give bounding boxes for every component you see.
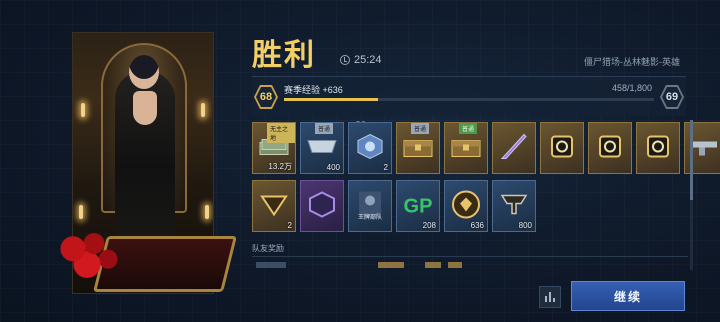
emblem-icon <box>548 133 576 166</box>
candle-light <box>205 205 209 219</box>
gun-icon <box>689 136 720 163</box>
match-time: 25:24 <box>354 54 382 66</box>
character-neck <box>133 91 157 125</box>
item-tag: 普通 <box>315 123 334 134</box>
xp-progress-bar <box>284 98 654 101</box>
scrollbar-thumb[interactable] <box>690 120 693 200</box>
item-tag: 无主之地 <box>267 123 295 143</box>
reward-item[interactable]: 2 <box>348 122 392 174</box>
roses-decoration <box>52 228 122 280</box>
clock-icon <box>340 55 350 65</box>
reward-item[interactable]: 普通 <box>396 122 440 174</box>
teaser-item <box>256 262 286 268</box>
stats-button[interactable] <box>539 286 561 308</box>
item-count: 208 <box>422 221 436 230</box>
page-title: 胜利 <box>252 38 316 73</box>
teaser-item <box>448 262 462 268</box>
item-text: GP <box>403 195 433 218</box>
ticket-icon <box>306 137 338 162</box>
bar-chart-icon <box>549 292 551 302</box>
season-xp-panel: 68 赛季经验 +636 458/1,800 69 <box>252 76 686 116</box>
chest-icon <box>402 135 434 164</box>
xp-count: 458/1,800 <box>611 83 652 93</box>
next-level: 69 <box>662 87 682 107</box>
item-count: 13.2万 <box>268 162 292 171</box>
hex-emblem-icon <box>308 191 336 224</box>
reward-item[interactable] <box>636 122 680 174</box>
xp-gain-label: 赛季经验 +636 <box>284 85 343 95</box>
reward-item[interactable] <box>540 122 584 174</box>
reward-item[interactable]: 2 <box>252 180 296 232</box>
teaser-item <box>425 262 441 268</box>
item-tag: 普通 <box>411 123 430 134</box>
item-count: 400 <box>326 163 340 172</box>
bar-chart-icon <box>553 298 555 302</box>
crate-icon <box>356 133 384 166</box>
item-tag: 普通 <box>459 123 478 134</box>
reward-item[interactable]: 普通 400 <box>300 122 344 174</box>
shield-arrow-icon <box>260 191 288 224</box>
gold-medal-icon <box>451 190 481 225</box>
character-head <box>129 55 159 89</box>
badge-icon <box>644 133 672 166</box>
chest-gold-icon <box>450 135 482 164</box>
reward-item[interactable]: 无主之地 13.2万 <box>252 122 296 174</box>
candle-light <box>201 103 205 117</box>
bar-chart-icon <box>545 296 547 302</box>
game-mode: 僵尸猎场-丛林魅影-英雄 <box>584 57 680 67</box>
current-level-badge: 68 <box>254 85 278 109</box>
teaser-item <box>378 262 404 268</box>
current-level: 68 <box>256 87 276 107</box>
item-caption: 王牌部队 <box>357 215 382 221</box>
reward-item[interactable]: 636 <box>444 180 488 232</box>
reward-item[interactable] <box>588 122 632 174</box>
divider <box>252 256 688 257</box>
reward-item[interactable]: 800 <box>492 180 536 232</box>
reward-item[interactable] <box>492 122 536 174</box>
rank-icon <box>499 192 529 223</box>
candle-light <box>79 205 83 219</box>
reward-item[interactable] <box>300 180 344 232</box>
item-count: 800 <box>518 221 532 230</box>
candle-light <box>81 103 85 117</box>
continue-button[interactable]: 继续 <box>571 281 685 311</box>
scrollbar[interactable] <box>690 120 693 270</box>
next-level-badge: 69 <box>660 85 684 109</box>
reward-item[interactable]: 普通 <box>444 122 488 174</box>
blade-icon <box>498 131 530 168</box>
reward-item[interactable]: GP 208 <box>396 180 440 232</box>
item-count: 2 <box>287 221 292 230</box>
gp-icon: GP <box>404 196 433 219</box>
section-teammate-rewards: 队友奖励 <box>252 244 284 253</box>
xp-progress-fill <box>284 98 378 101</box>
hand-card-icon <box>596 133 624 166</box>
item-count: 2 <box>383 163 388 172</box>
item-count: 636 <box>470 221 484 230</box>
reward-item[interactable]: 王牌部队 <box>348 180 392 232</box>
